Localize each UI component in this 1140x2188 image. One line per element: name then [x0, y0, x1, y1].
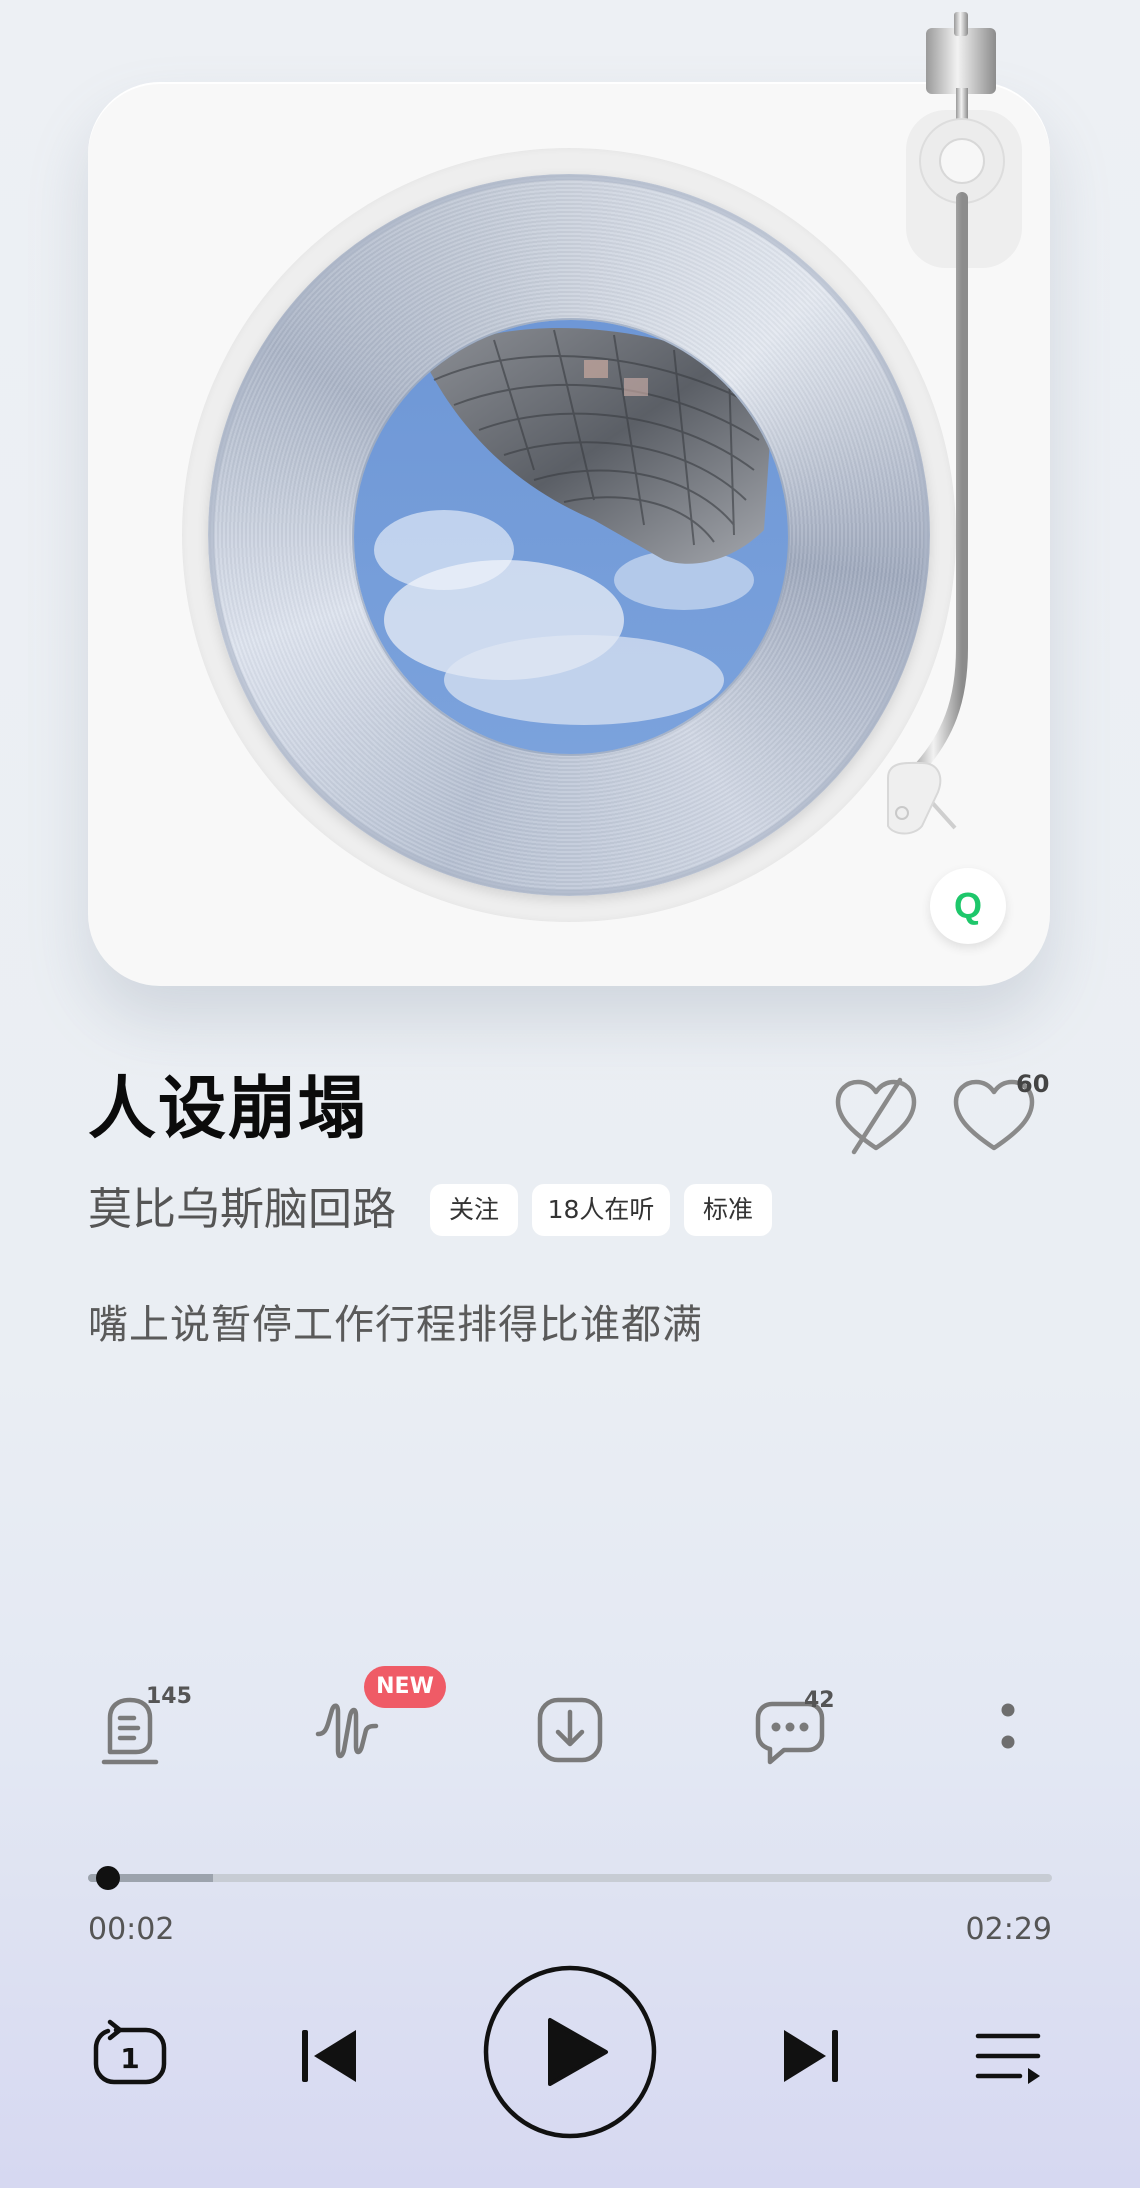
- skip-next-icon: [784, 2030, 838, 2082]
- current-time: 00:02: [88, 1912, 175, 1947]
- more-vertical-icon: [1001, 1703, 1015, 1749]
- repeat-count: 1: [120, 2042, 139, 2075]
- logo-letter: Q: [953, 885, 982, 926]
- repeat-one-icon: 1: [93, 2019, 167, 2085]
- song-title: 人设崩塌: [88, 1070, 369, 1149]
- download-button[interactable]: [530, 1690, 610, 1770]
- download-icon: [537, 1697, 603, 1763]
- app-logo-badge: Q: [930, 868, 1006, 944]
- playlist-icon: [975, 2033, 1041, 2084]
- repeat-one-button[interactable]: 1: [90, 2016, 170, 2096]
- album-cover: [352, 318, 790, 756]
- lyric-line[interactable]: 嘴上说暂停工作行程排得比谁都满: [88, 1296, 703, 1354]
- listeners-count-chip[interactable]: 18人在听: [532, 1184, 670, 1236]
- play-button[interactable]: [482, 1964, 658, 2140]
- next-button[interactable]: [770, 2016, 850, 2096]
- progress-thumb[interactable]: [95, 1866, 120, 1890]
- playlist-button[interactable]: [968, 2016, 1048, 2096]
- tonearm[interactable]: [880, 8, 1060, 848]
- album-cover-image: [354, 320, 788, 754]
- total-time: 02:29: [965, 1912, 1052, 1947]
- progress-track[interactable]: [88, 1874, 1052, 1882]
- audio-quality-chip[interactable]: 标准: [684, 1184, 772, 1236]
- dislike-icon[interactable]: [832, 1076, 920, 1156]
- follow-button[interactable]: 关注: [430, 1184, 518, 1236]
- comments-count: 42: [804, 1688, 835, 1713]
- play-icon: [483, 1965, 657, 2139]
- new-badge: NEW: [364, 1666, 446, 1708]
- previous-button[interactable]: [290, 2016, 370, 2096]
- lyrics-count: 145: [146, 1684, 192, 1709]
- more-options-button[interactable]: [968, 1690, 1048, 1770]
- artist-name[interactable]: 莫比乌斯脑回路: [88, 1180, 396, 1240]
- like-count: 60: [1016, 1070, 1050, 1098]
- skip-previous-icon: [302, 2030, 356, 2082]
